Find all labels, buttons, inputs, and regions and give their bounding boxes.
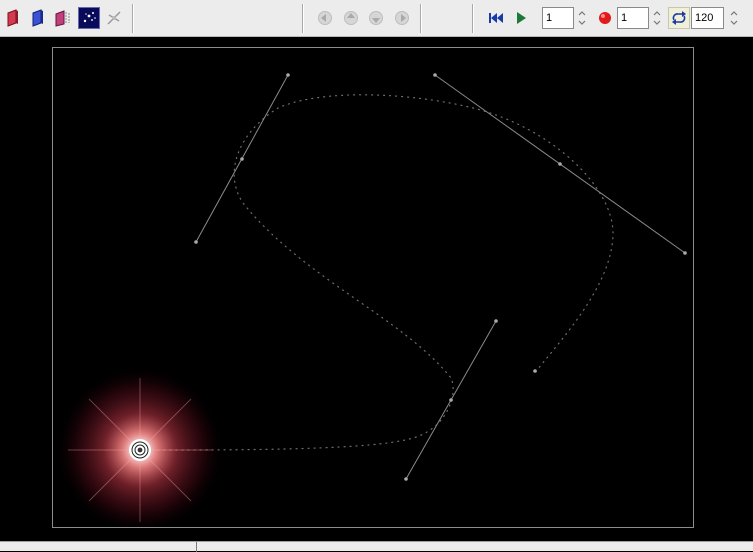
toolbar-separator [132,4,134,33]
play-icon[interactable] [510,7,532,29]
record-input[interactable]: 1 [617,7,649,29]
frame-stepper[interactable] [576,7,588,29]
toolbar-separator [472,4,474,33]
frame-input[interactable]: 1 [542,7,574,29]
bezier-handles[interactable] [194,73,687,481]
layer-frames-icon[interactable] [52,7,74,29]
arrow-left-icon[interactable] [314,7,336,29]
loop-icon[interactable] [668,7,690,29]
record-stepper[interactable] [651,7,663,29]
status-bar [0,541,753,552]
toolbar-separator [420,4,422,33]
animation-canvas[interactable] [52,47,694,528]
toolbar-separator [302,4,304,33]
move-handle-icon[interactable] [103,7,125,29]
blue-layer-icon[interactable] [27,7,49,29]
record-icon[interactable] [594,7,616,29]
loop-count-input[interactable]: 120 [691,7,724,29]
red-layer-icon[interactable] [2,7,24,29]
arrow-down-icon[interactable] [365,7,387,29]
arrow-up-icon[interactable] [340,7,362,29]
particle-emitter[interactable] [58,368,222,527]
arrow-right-icon[interactable] [391,7,413,29]
toolbar: 1 1 120 [0,0,753,37]
particles-icon[interactable] [78,7,100,29]
motion-path[interactable] [139,94,614,451]
rewind-icon[interactable] [485,7,507,29]
loop-stepper[interactable] [728,7,740,29]
